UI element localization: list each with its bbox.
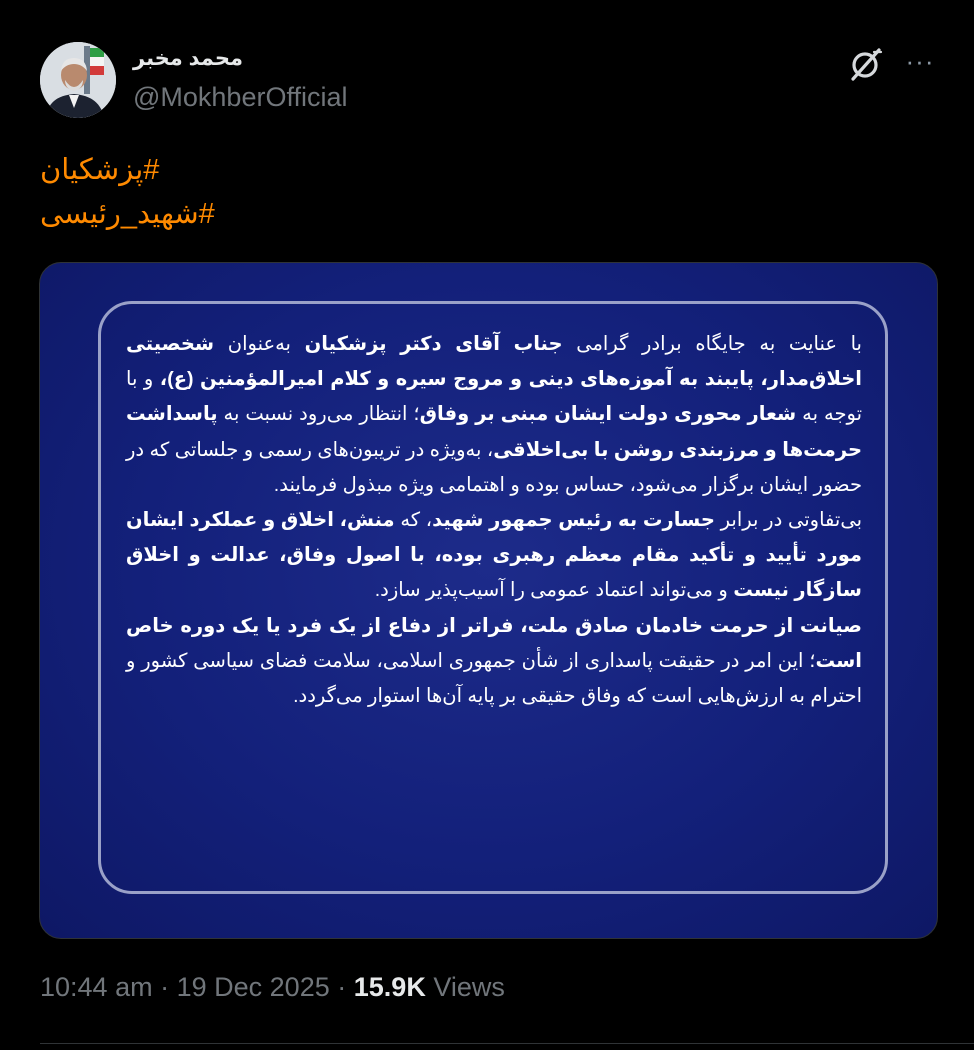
statement-text: ؛ انتظار می‌رود نسبت به [217, 403, 420, 426]
statement-paragraph: با عنایت به جایگاه برادر گرامی جناب آقای… [126, 327, 862, 503]
tweet-meta: 10:44 am · 19 Dec 2025 · 15.9K Views [40, 972, 505, 1003]
statement-text: بی‌تفاوتی در برابر [714, 509, 863, 532]
statement-bold-text: شعار محوری دولت ایشان مبنی بر وفاق [419, 403, 797, 426]
meta-separator: · [337, 972, 347, 1002]
tweet-image[interactable]: با عنایت به جایگاه برادر گرامی جناب آقای… [39, 262, 938, 939]
author-handle[interactable]: @MokhberOfficial [133, 82, 347, 113]
views-label: Views [433, 972, 505, 1002]
hashtag-link[interactable]: #پزشکیان [40, 148, 159, 192]
author-display-name[interactable]: محمد مخبر [133, 46, 243, 71]
divider [40, 1043, 974, 1044]
statement-text: ؛ این امر در حقیقت پاسداری از شأن جمهوری… [126, 649, 862, 708]
statement-paragraph: بی‌تفاوتی در برابر جسارت به رئیس جمهور ش… [126, 503, 862, 609]
statement-paragraph: صیانت از حرمت خادمان صادق ملت، فراتر از … [126, 609, 862, 715]
views-link[interactable]: 15.9K Views [354, 972, 505, 1002]
statement-text: ، که [394, 509, 433, 532]
statement-text: و می‌تواند اعتماد عمومی را آسیب‌پذیر ساز… [374, 579, 734, 602]
profile-photo-icon [40, 42, 116, 118]
tweet-text: #پزشکیان #شهید_رئیسی [40, 148, 440, 236]
image-statement-text: با عنایت به جایگاه برادر گرامی جناب آقای… [126, 327, 862, 714]
meta-separator: · [160, 972, 170, 1002]
statement-bold-text: جسارت به رئیس جمهور شهید [432, 509, 715, 532]
tweet-date: 19 Dec 2025 [176, 972, 330, 1002]
views-count: 15.9K [353, 972, 426, 1002]
more-options-icon[interactable]: ··· [900, 46, 940, 82]
hashtag-link[interactable]: #شهید_رئیسی [40, 192, 215, 236]
statement-text: با عنایت به جایگاه برادر گرامی [562, 333, 862, 355]
statement-text: به‌عنوان [214, 333, 305, 355]
statement-bold-text: جناب آقای دکتر پزشکیان [304, 333, 563, 355]
tweet-time: 10:44 am [40, 972, 153, 1002]
timestamp-link[interactable]: 10:44 am · 19 Dec 2025 [40, 972, 330, 1002]
avatar[interactable] [40, 42, 116, 118]
tweet: محمد مخبر @MokhberOfficial ··· #پزشکیان … [0, 0, 974, 1050]
grok-icon[interactable] [848, 46, 884, 82]
